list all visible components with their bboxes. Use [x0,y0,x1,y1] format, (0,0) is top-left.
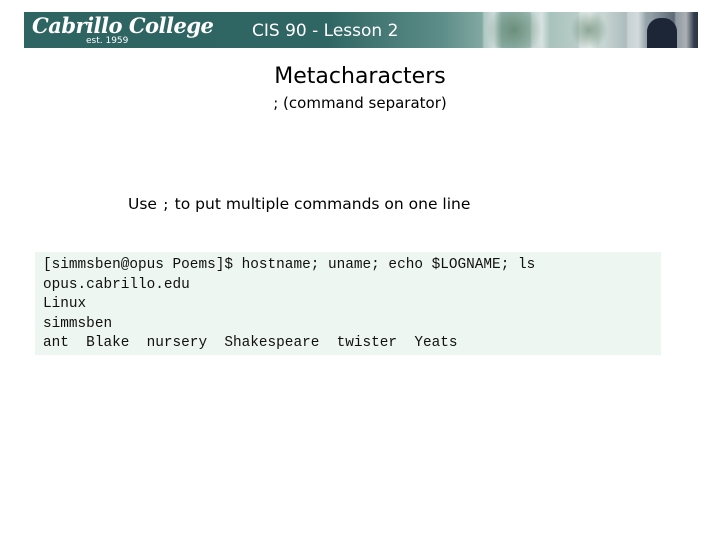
terminal-output-box: [simmsben@opus Poems]$ hostname; uname; … [35,252,661,355]
slide-subtitle: ; (command separator) [273,94,447,112]
instruction-code: ; [161,198,170,213]
header-foliage-decoration [569,12,609,48]
instruction-text: Use ; to put multiple commands on one li… [128,194,470,216]
terminal-line: Linux [43,296,87,312]
header-foliage-decoration [479,12,549,48]
slide-header-banner: Cabrillo College est. 1959 CIS 90 - Less… [24,12,698,48]
cabrillo-college-logo: Cabrillo College [32,13,214,38]
slide-title: Metacharacters [274,64,446,89]
header-people-photo [647,18,677,48]
logo-established-text: est. 1959 [86,36,129,46]
terminal-output: [simmsben@opus Poems]$ hostname; uname; … [43,256,535,354]
terminal-line: simmsben [43,315,113,332]
terminal-line: ant Blake nursery Shakespeare twister Ye… [43,335,458,351]
instruction-prefix: Use [128,195,157,213]
lesson-title: CIS 90 - Lesson 2 [252,21,399,41]
instruction-suffix: to put multiple commands on one line [174,195,471,213]
terminal-line-command: [simmsben@opus Poems]$ hostname; uname; … [43,257,536,273]
terminal-line: opus.cabrillo.edu [43,276,190,293]
